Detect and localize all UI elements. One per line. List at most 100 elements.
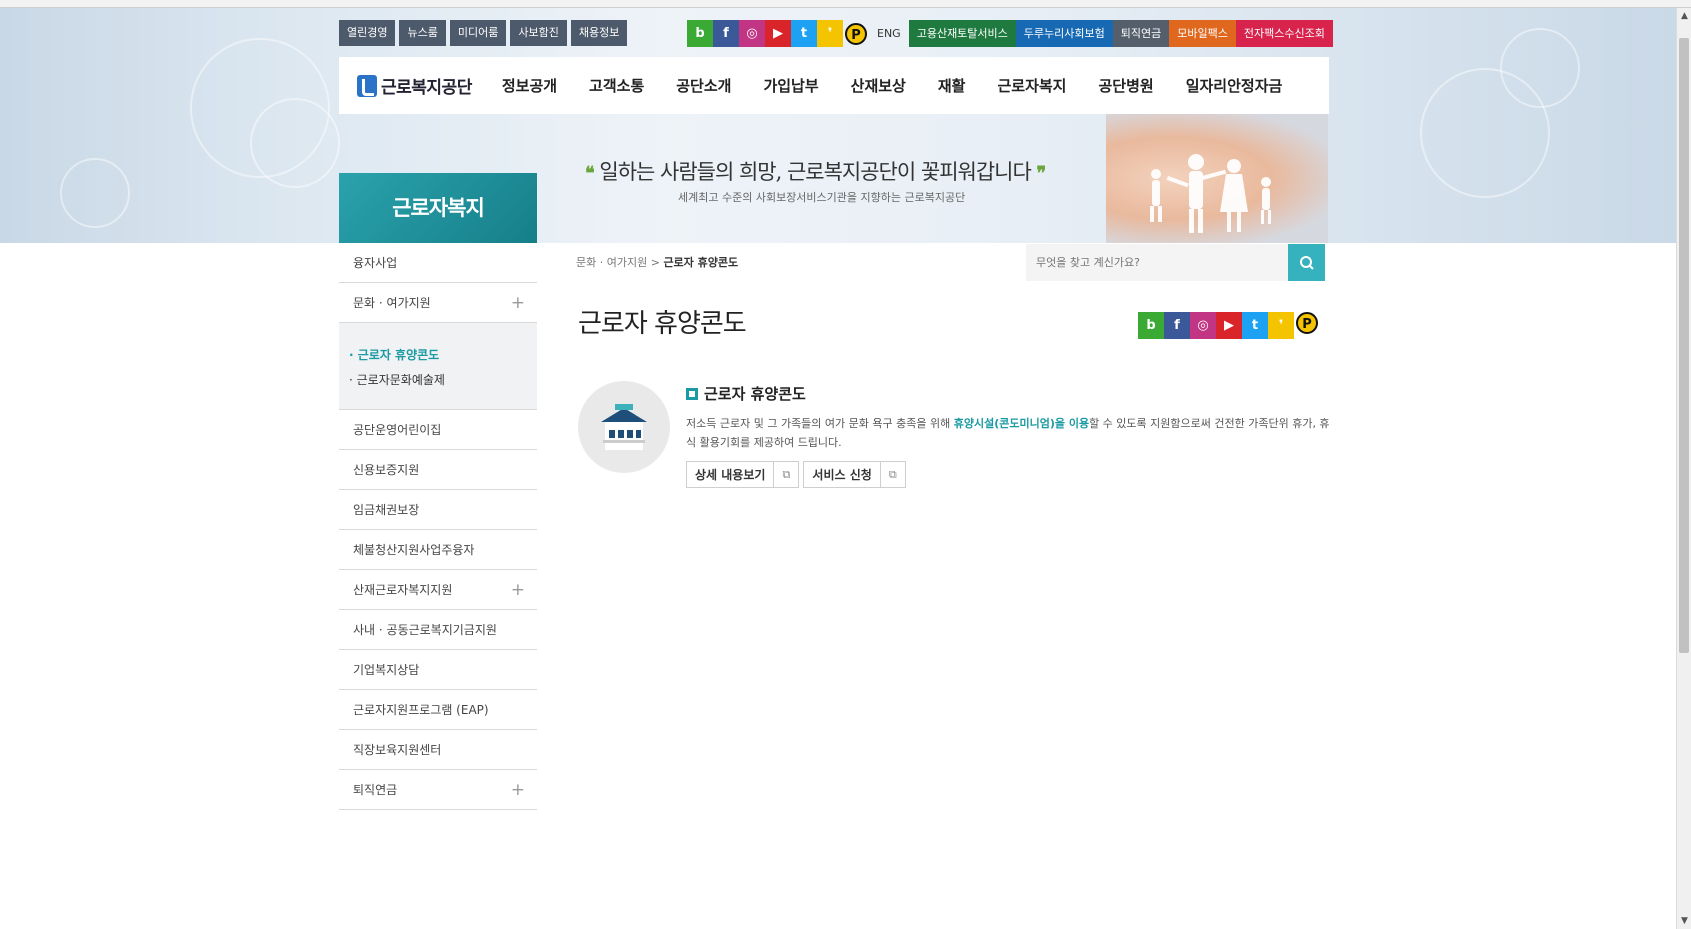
util-link-durunuri[interactable]: 두루누리사회보험 — [1015, 20, 1113, 47]
sidebar-item-label: 근로자지원프로그램 (EAP) — [353, 703, 489, 717]
sidebar-item-loan[interactable]: 융자사업 — [339, 243, 537, 283]
view-detail-button[interactable]: 상세 내용보기 ⧉ — [686, 461, 800, 488]
util-newsroom[interactable]: 뉴스룸 — [399, 20, 446, 46]
sidebar-item-arrears-loan[interactable]: 체불청산지원사업주융자 — [339, 530, 537, 570]
blog-icon[interactable]: b — [687, 20, 713, 47]
hero-hands-family-image — [1106, 114, 1328, 243]
desc-text-1: 저소득 근로자 및 그 가족들의 여가 문화 욕구 충족을 위해 — [686, 417, 954, 430]
hero-slogan-text: 일하는 사람들의 희망, 근로복지공단이 꽃피워갑니다 — [599, 160, 1031, 184]
util-recruit[interactable]: 채용정보 — [570, 20, 628, 46]
sidebar-item-label: 문화 · 여가지원 — [353, 296, 431, 310]
search-input[interactable] — [1026, 244, 1288, 281]
main-navigation: 근로복지공단 정보공개 고객소통 공단소개 가입납부 산재보상 재활 근로자복지… — [339, 57, 1329, 114]
view-detail-label: 상세 내용보기 — [695, 468, 766, 482]
service-title-text: 근로자 휴양콘도 — [704, 385, 806, 403]
utility-menu: 열린경영 뉴스룸 미디어룸 사보함진 채용정보 — [339, 20, 628, 46]
sidebar-item-label: 기업복지상담 — [353, 663, 420, 677]
sidebar-item-label: 공단운영어린이집 — [353, 423, 442, 437]
utility-links: b f ◎ ▶ t ❜ P ENG 고용산재토탈서비스 두루누리사회보험 퇴직연… — [687, 20, 1333, 47]
youtube-icon[interactable]: ▶ — [1216, 312, 1242, 339]
sidebar-item-welfare-fund[interactable]: 사내 · 공동근로복지기금지원 — [339, 610, 537, 650]
sidebar-item-retirement-pension[interactable]: 퇴직연금 + — [339, 770, 537, 810]
sidebar-item-wage-claim[interactable]: 임금채권보장 — [339, 490, 537, 530]
scroll-up-arrow-icon[interactable]: ▲ — [1677, 8, 1691, 24]
search-box — [1026, 244, 1325, 281]
sidebar-item-label: 산재근로자복지지원 — [353, 583, 453, 597]
share-sns-icons: b f ◎ ▶ t ❜ P — [1138, 312, 1320, 339]
nav-hospital[interactable]: 공단병원 — [1082, 75, 1169, 96]
new-window-icon: ⧉ — [773, 461, 798, 488]
util-link-mobile-fax[interactable]: 모바일팩스 — [1169, 20, 1236, 47]
sidebar-item-eap[interactable]: 근로자지원프로그램 (EAP) — [339, 690, 537, 730]
kakaopay-icon[interactable]: P — [1296, 312, 1318, 334]
instagram-icon[interactable]: ◎ — [1190, 312, 1216, 339]
sidebar-item-label: 체불청산지원사업주융자 — [353, 543, 475, 557]
new-window-icon: ⧉ — [879, 461, 905, 488]
scroll-down-arrow-icon[interactable]: ▼ — [1677, 913, 1691, 929]
eng-link[interactable]: ENG — [869, 20, 909, 47]
nav-worker-welfare[interactable]: 근로자복지 — [981, 75, 1082, 96]
site-logo[interactable]: 근로복지공단 — [357, 73, 472, 98]
sidebar-item-culture[interactable]: 문화 · 여가지원 + — [339, 283, 537, 323]
facebook-icon[interactable]: f — [713, 20, 739, 47]
search-button[interactable] — [1288, 244, 1325, 281]
nav-about[interactable]: 공단소개 — [660, 75, 747, 96]
instagram-icon[interactable]: ◎ — [739, 20, 765, 47]
hero-subtitle: 세계최고 수준의 사회보장서비스기관을 지향하는 근로복지공단 — [678, 191, 966, 204]
util-link-pension[interactable]: 퇴직연금 — [1112, 20, 1170, 47]
kakaopay-icon[interactable]: P — [845, 22, 867, 45]
twitter-icon[interactable]: t — [791, 20, 817, 47]
kakaostory-icon[interactable]: ❜ — [817, 20, 843, 47]
util-open-management[interactable]: 열린경영 — [339, 20, 396, 46]
hero-slogan: ❝ 일하는 사람들의 희망, 근로복지공단이 꽃피워갑니다 ❞ — [585, 156, 1046, 186]
apply-service-button[interactable]: 서비스 신청 ⧉ — [803, 461, 906, 488]
expand-plus-icon[interactable]: + — [511, 283, 525, 323]
sidebar-item-corporate-consult[interactable]: 기업복지상담 — [339, 650, 537, 690]
nav-compensation[interactable]: 산재보상 — [835, 75, 922, 96]
nav-info-disclosure[interactable]: 정보공개 — [486, 75, 573, 96]
breadcrumb-current: 근로자 휴양콘도 — [663, 256, 739, 269]
nav-subscription[interactable]: 가입납부 — [747, 75, 834, 96]
sidebar-item-daycare[interactable]: 공단운영어린이집 — [339, 410, 537, 450]
scroll-thumb[interactable] — [1679, 38, 1689, 653]
util-link-total-service[interactable]: 고용산재토탈서비스 — [908, 20, 1016, 47]
service-description: 저소득 근로자 및 그 가족들의 여가 문화 욕구 충족을 위해 휴양시설(콘도… — [686, 414, 1331, 452]
page-scrollbar[interactable]: ▲ ▼ — [1676, 8, 1691, 929]
expand-plus-icon[interactable]: + — [511, 570, 525, 610]
sidebar-item-childcare-center[interactable]: 직장보육지원센터 — [339, 730, 537, 770]
sidebar-item-label: 신용보증지원 — [353, 463, 420, 477]
sidebar-item-credit-guarantee[interactable]: 신용보증지원 — [339, 450, 537, 490]
square-bullet-icon — [686, 388, 698, 400]
youtube-icon[interactable]: ▶ — [765, 20, 791, 47]
twitter-icon[interactable]: t — [1242, 312, 1268, 339]
open-quote-icon: ❝ — [585, 163, 595, 184]
apply-service-label: 서비스 신청 — [812, 468, 872, 482]
logo-text: 근로복지공단 — [381, 78, 472, 98]
breadcrumb: 문화 · 여가지원 > 근로자 휴양콘도 — [576, 254, 738, 270]
close-quote-icon: ❞ — [1036, 163, 1046, 184]
sidebar-item-label: 퇴직연금 — [353, 783, 398, 797]
expand-plus-icon[interactable]: + — [511, 770, 525, 810]
util-mediaroom[interactable]: 미디어룸 — [449, 20, 507, 46]
blog-icon[interactable]: b — [1138, 312, 1164, 339]
nav-job-stability[interactable]: 일자리안정자금 — [1170, 75, 1299, 96]
kakaostory-icon[interactable]: ❜ — [1268, 312, 1294, 339]
logo-mark-icon — [357, 74, 377, 97]
sidebar-item-label: 임금채권보장 — [353, 503, 420, 517]
nav-rehab[interactable]: 재활 — [922, 75, 982, 96]
util-webzine[interactable]: 사보함진 — [510, 20, 567, 46]
service-title: 근로자 휴양콘도 — [686, 383, 806, 404]
util-link-efax-lookup[interactable]: 전자팩스수신조회 — [1235, 20, 1333, 47]
sidebar-item-injured-welfare[interactable]: 산재근로자복지지원 + — [339, 570, 537, 610]
nav-customer[interactable]: 고객소통 — [573, 75, 660, 96]
browser-top-bar — [0, 0, 1691, 8]
desc-highlight: 휴양시설(콘도미니엄)을 이용 — [953, 417, 1090, 430]
breadcrumb-parent[interactable]: 문화 · 여가지원 — [576, 256, 647, 269]
submenu-item-art-festival[interactable]: · 근로자문화예술제 — [339, 368, 537, 393]
sidebar-item-label: 사내 · 공동근로복지기금지원 — [353, 623, 497, 637]
breadcrumb-separator: > — [650, 256, 660, 269]
search-icon — [1299, 255, 1314, 270]
facebook-icon[interactable]: f — [1164, 312, 1190, 339]
sidebar-menu: 융자사업 문화 · 여가지원 + · 근로자 휴양콘도 · 근로자문화예술제 공… — [339, 243, 537, 810]
submenu-item-condo[interactable]: · 근로자 휴양콘도 — [339, 343, 537, 368]
